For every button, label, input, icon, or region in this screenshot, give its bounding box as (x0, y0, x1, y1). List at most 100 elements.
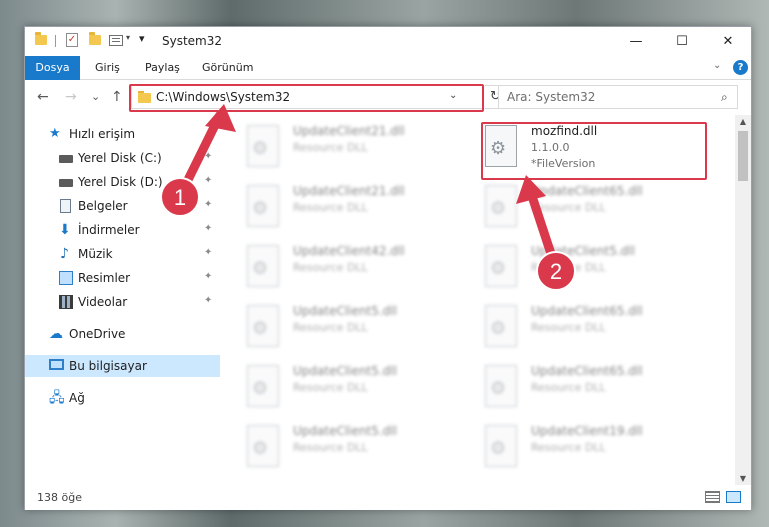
list-item[interactable]: UpdateClient42.dll Resource DLL (247, 241, 477, 299)
sidebar-item-videos[interactable]: Videolar ✦ (25, 291, 220, 313)
maximize-button[interactable]: ☐ (659, 27, 705, 56)
pictures-icon (59, 271, 73, 285)
search-box[interactable]: Ara: System32 ⌕ (498, 85, 738, 109)
list-item[interactable]: UpdateClient65.dll Resource DLL (485, 361, 715, 419)
sidebar-item-pictures[interactable]: Resimler ✦ (25, 267, 220, 289)
navigation-bar: ← → ⌄ ↑ C:\Windows\System32 ⌄ ↻ Ara: Sys… (25, 81, 751, 115)
file-name: UpdateClient42.dll (293, 244, 405, 258)
sidebar-item-this-pc[interactable]: Bu bilgisayar (25, 355, 220, 377)
file-description: *FileVersion (531, 157, 596, 170)
highlighted-file-item[interactable]: mozfind.dll 1.1.0.0 *FileVersion (485, 121, 715, 179)
file-name: mozfind.dll (531, 124, 598, 138)
close-button[interactable]: ✕ (705, 27, 751, 56)
dll-file-icon (247, 245, 279, 287)
cloud-icon: ☁ (49, 326, 63, 342)
star-icon: ★ (49, 126, 61, 141)
dll-file-icon (485, 305, 517, 347)
sidebar-item-label: Müzik (78, 247, 113, 261)
list-item[interactable]: UpdateClient5.dll Resource DLL (485, 241, 715, 299)
dll-file-icon (485, 125, 517, 167)
file-version: 1.1.0.0 (531, 141, 570, 154)
dll-file-icon (247, 185, 279, 227)
address-bar[interactable]: C:\Windows\System32 ⌄ (131, 85, 484, 109)
file-name: UpdateClient19.dll (531, 424, 643, 438)
sidebar-item-local-disk-c[interactable]: Yerel Disk (C:) ✦ (25, 147, 220, 169)
drive-icon (59, 155, 73, 163)
customize-qat-icon[interactable]: ▾ (139, 32, 145, 45)
pin-icon: ✦ (204, 223, 213, 234)
sidebar-item-network[interactable]: 🖧 Ağ (25, 387, 220, 409)
tab-view[interactable]: Görünüm (202, 56, 253, 80)
list-item[interactable]: UpdateClient65.dll Resource DLL (485, 301, 715, 359)
title-bar: ✓ ▾ ▾ System32 — ☐ ✕ (25, 27, 751, 56)
dll-file-icon (485, 365, 517, 407)
tab-share[interactable]: Paylaş (145, 56, 180, 80)
dll-file-icon (247, 125, 279, 167)
new-folder-icon[interactable] (89, 32, 101, 45)
search-input[interactable]: Ara: System32 (507, 90, 595, 104)
ribbon-collapse-icon[interactable]: ⌄ (713, 60, 721, 71)
file-type: Resource DLL (531, 261, 606, 274)
file-name: UpdateClient5.dll (293, 304, 397, 318)
file-name: UpdateClient21.dll (293, 124, 405, 138)
list-item[interactable]: UpdateClient5.dll Resource DLL (247, 421, 477, 479)
sidebar-item-label: Hızlı erişim (69, 127, 136, 141)
file-type: Resource DLL (293, 381, 368, 394)
dll-file-icon (485, 245, 517, 287)
recent-locations-button[interactable]: ⌄ (91, 90, 100, 103)
tab-file[interactable]: Dosya (25, 56, 80, 80)
sidebar-item-label: Videolar (78, 295, 128, 309)
sidebar-item-label: Ağ (69, 391, 85, 405)
sidebar-item-downloads[interactable]: ⬇ İndirmeler ✦ (25, 219, 220, 241)
address-path[interactable]: C:\Windows\System32 (156, 90, 290, 104)
up-button[interactable]: ↑ (111, 89, 123, 105)
tab-home[interactable]: Giriş (95, 56, 120, 80)
list-item[interactable]: UpdateClient19.dll Resource DLL (485, 421, 715, 479)
forward-button[interactable]: → (65, 89, 77, 105)
file-type: Resource DLL (531, 321, 606, 334)
back-button[interactable]: ← (37, 89, 49, 105)
properties-check-icon[interactable]: ✓ (66, 33, 78, 47)
sidebar-item-music[interactable]: ♪ Müzik ✦ (25, 243, 220, 265)
sidebar-item-label: Yerel Disk (D:) (78, 175, 163, 189)
large-icons-view-icon[interactable] (726, 491, 741, 503)
drive-icon (59, 179, 73, 187)
file-type: Resource DLL (293, 321, 368, 334)
dll-file-icon (485, 425, 517, 467)
sidebar-item-quick-access[interactable]: ★ Hızlı erişim (25, 123, 220, 145)
list-item[interactable]: UpdateClient5.dll Resource DLL (247, 361, 477, 419)
pin-icon: ✦ (204, 199, 213, 210)
properties-icon[interactable] (109, 35, 123, 46)
search-icon[interactable]: ⌕ (721, 90, 728, 105)
list-item[interactable]: UpdateClient21.dll Resource DLL (247, 121, 477, 179)
music-note-icon: ♪ (60, 246, 69, 262)
scroll-up-icon[interactable]: ▲ (735, 117, 751, 126)
list-item[interactable]: UpdateClient5.dll Resource DLL (247, 301, 477, 359)
file-type: Resource DLL (293, 261, 368, 274)
file-type: Resource DLL (293, 201, 368, 214)
file-name: UpdateClient21.dll (293, 184, 405, 198)
network-icon: 🖧 (49, 390, 65, 406)
file-name: UpdateClient5.dll (293, 364, 397, 378)
dll-file-icon (485, 185, 517, 227)
list-item[interactable]: UpdateClient21.dll Resource DLL (247, 181, 477, 239)
sidebar-item-documents[interactable]: Belgeler ✦ (25, 195, 220, 217)
computer-icon (49, 359, 64, 370)
file-name: UpdateClient5.dll (293, 424, 397, 438)
file-type: Resource DLL (531, 381, 606, 394)
pin-icon: ✦ (204, 151, 213, 162)
sidebar-item-onedrive[interactable]: ☁ OneDrive (25, 323, 220, 345)
minimize-button[interactable]: — (613, 27, 659, 56)
scroll-down-icon[interactable]: ▼ (735, 474, 751, 483)
sidebar-item-label: OneDrive (69, 327, 126, 341)
help-icon[interactable]: ? (733, 60, 748, 75)
vertical-scrollbar[interactable]: ▲ ▼ (735, 115, 751, 485)
sidebar-item-local-disk-d[interactable]: Yerel Disk (D:) ✦ (25, 171, 220, 193)
qat-dropdown-icon[interactable]: ▾ (126, 33, 130, 42)
details-view-icon[interactable] (705, 491, 720, 503)
address-dropdown-icon[interactable]: ⌄ (449, 90, 457, 101)
pin-icon: ✦ (204, 247, 213, 258)
scrollbar-thumb[interactable] (738, 131, 748, 181)
dll-file-icon (247, 365, 279, 407)
list-item[interactable]: UpdateClient65.dll Resource DLL (485, 181, 715, 239)
